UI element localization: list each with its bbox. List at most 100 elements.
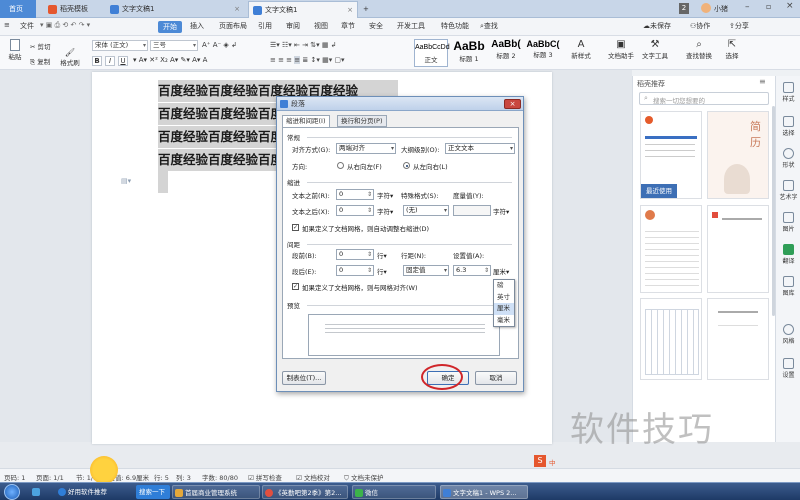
measure-input[interactable] (453, 205, 491, 216)
after-text-input[interactable]: 0 ⇕ (336, 205, 374, 216)
coop-button[interactable]: ⚇协作 (690, 21, 710, 31)
unit-option-inch[interactable]: 英寸 (494, 292, 514, 304)
template-card[interactable] (640, 205, 702, 293)
new-style-button[interactable]: A 新样式 (568, 39, 594, 60)
find-replace-button[interactable]: ⌕ 查找替换 (684, 39, 714, 60)
cut-button[interactable]: ✂ 剪切 (30, 41, 51, 51)
user-name[interactable]: 小猪 (714, 4, 728, 14)
unit-option-pound[interactable]: 磅 (494, 280, 514, 292)
new-tab-button[interactable]: + (361, 1, 373, 18)
taskbar-app-2[interactable]: 《英勤吧第2季》第2... (262, 485, 348, 499)
radio-ltr[interactable] (403, 162, 410, 169)
taskbar-pinned[interactable] (30, 485, 52, 499)
paste-button[interactable]: 粘贴 (6, 39, 24, 61)
menu-page-layout[interactable]: 页面布局 (219, 21, 247, 31)
menu-dev-tools[interactable]: 开发工具 (397, 21, 425, 31)
ime-s-icon[interactable]: S (534, 455, 546, 467)
tabs-button[interactable]: 制表位(T)... (282, 371, 326, 385)
cancel-button[interactable]: 取消 (475, 371, 517, 385)
set-value-unit[interactable]: 厘米▾ (493, 266, 509, 276)
align-select[interactable]: 两端对齐 ▾ (336, 143, 396, 154)
ime-indicator[interactable]: 中 (549, 457, 556, 467)
quick-access-icons[interactable]: ▾ ▣ ⎙ ⟲ ↶ ↷ ▾ (40, 21, 90, 30)
align-icons[interactable]: ≡ ≡ ≡ ≡ ≣ ↕▾ ▦▾ ▢▾ (270, 56, 345, 64)
tab-doc1-active[interactable]: 文字文稿1 × (248, 1, 358, 18)
taskbar-software-tip[interactable]: 好用软件推荐 (56, 485, 136, 499)
select-button[interactable]: ⇱ 选择 (720, 39, 744, 60)
radio-rtl[interactable] (337, 162, 344, 169)
before-text-unit[interactable]: 字符▾ (377, 190, 393, 200)
status-row[interactable]: 行: 5 (154, 472, 169, 482)
grid-align-checkbox[interactable]: ✓ (292, 283, 299, 290)
space-after-input[interactable]: 0 ⇕ (336, 265, 374, 276)
status-spell[interactable]: ☑ 拼写检查 (248, 472, 282, 482)
taskbar-app-4[interactable]: 文字文稿1 - WPS 2... (440, 485, 528, 499)
minimize-icon[interactable]: – (745, 2, 750, 12)
taskbar-app-3[interactable]: 微信 (352, 485, 436, 499)
taskbar-search-button[interactable]: 搜索一下 (136, 485, 170, 499)
sidebar-item-gallery[interactable]: 图库 (776, 276, 800, 297)
hamburger-icon[interactable]: ≡ (4, 21, 10, 29)
menu-special[interactable]: 特色功能 (441, 21, 469, 31)
status-page[interactable]: 页码: 1 (4, 472, 25, 482)
style-normal[interactable]: AaBbCcDd 正文 (414, 39, 450, 67)
style-heading2[interactable]: AaBb(标题 2 (488, 39, 524, 67)
taskbar-app-1[interactable]: 首届商业管理系统 (172, 485, 260, 499)
space-before-input[interactable]: 0 ⇕ (336, 249, 374, 260)
close-tab-icon[interactable]: × (347, 2, 353, 18)
share-button[interactable]: ⇪分享 (729, 21, 749, 31)
format-painter-button[interactable]: 🖌 格式刷 (58, 48, 82, 67)
status-words[interactable]: 字数: 80/80 (202, 472, 238, 482)
bold-button[interactable]: B (92, 56, 102, 66)
tab-template[interactable]: 稻壳模板 (44, 1, 114, 18)
template-card[interactable] (707, 298, 769, 380)
after-text-unit[interactable]: 字符▾ (377, 206, 393, 216)
grid-indent-checkbox[interactable]: ✓ (292, 224, 299, 231)
panel-options-icon[interactable]: ≡ (759, 77, 766, 86)
style-heading3[interactable]: AaBbC(标题 3 (524, 39, 562, 67)
outline-select[interactable]: 正文文本 ▾ (445, 143, 515, 154)
sidebar-item-theme[interactable]: 风格 (776, 324, 800, 345)
windows-start-icon[interactable] (4, 484, 20, 500)
dialog-titlebar[interactable]: 段落 × (277, 97, 523, 111)
font-grow-shrink-icons[interactable]: A⁺ A⁻ ◈ ↲ (202, 41, 237, 49)
measure-unit[interactable]: 字符▾ (493, 206, 509, 216)
special-select[interactable]: (无) ▾ (403, 205, 449, 216)
space-before-unit[interactable]: 行▾ (377, 250, 387, 260)
before-text-input[interactable]: 0 ⇕ (336, 189, 374, 200)
template-card[interactable]: 最近使用 (640, 111, 702, 199)
sidebar-item-shape[interactable]: 形状 (776, 148, 800, 169)
menu-security[interactable]: 安全 (369, 21, 383, 31)
template-card-table[interactable] (640, 298, 702, 380)
sidebar-item-image[interactable]: 图片 (776, 212, 800, 233)
set-value-input[interactable]: 6.3 ⇕ (453, 265, 491, 276)
sidebar-item-select[interactable]: 选择 (776, 116, 800, 137)
close-window-icon[interactable]: × (786, 1, 794, 11)
underline-button[interactable]: U (118, 56, 128, 66)
tab-doc1[interactable]: 文字文稿1 × (106, 1, 244, 18)
template-card[interactable] (707, 205, 769, 293)
status-pages[interactable]: 页面: 1/1 (36, 472, 64, 482)
sidebar-item-translate[interactable]: 翻译 (776, 244, 800, 265)
close-tab-icon[interactable]: × (234, 1, 240, 17)
tab-line-page-break[interactable]: 换行和分页(P) (337, 115, 387, 127)
menu-file[interactable]: 文件 (20, 21, 34, 31)
sidebar-item-settings[interactable]: 设置 (776, 358, 800, 379)
unsaved-status[interactable]: ☁未保存 (643, 21, 671, 31)
maximize-icon[interactable]: ▫ (766, 2, 771, 11)
unit-option-mm[interactable]: 毫米 (494, 315, 514, 327)
tab-home[interactable]: 首页 (0, 0, 36, 18)
status-col[interactable]: 列: 3 (176, 472, 191, 482)
font-size-select[interactable]: 三号 ▾ (150, 40, 198, 51)
sidebar-item-wordart[interactable]: 艺术字 (776, 180, 800, 201)
paragraph-icon[interactable]: ▤▾ (121, 177, 131, 185)
dialog-close-button[interactable]: × (504, 99, 521, 109)
unit-option-cm[interactable]: 厘米 (494, 303, 514, 315)
italic-button[interactable]: I (105, 56, 115, 66)
menu-chapter[interactable]: 章节 (341, 21, 355, 31)
menu-review[interactable]: 审阅 (286, 21, 300, 31)
menu-search[interactable]: ⌕查找 (480, 21, 498, 31)
line-spacing-select[interactable]: 固定值 ▾ (403, 265, 449, 276)
menu-start[interactable]: 开始 (158, 21, 182, 33)
panel-search-input[interactable]: ⌕ 搜索一切您想要的 (639, 92, 769, 105)
